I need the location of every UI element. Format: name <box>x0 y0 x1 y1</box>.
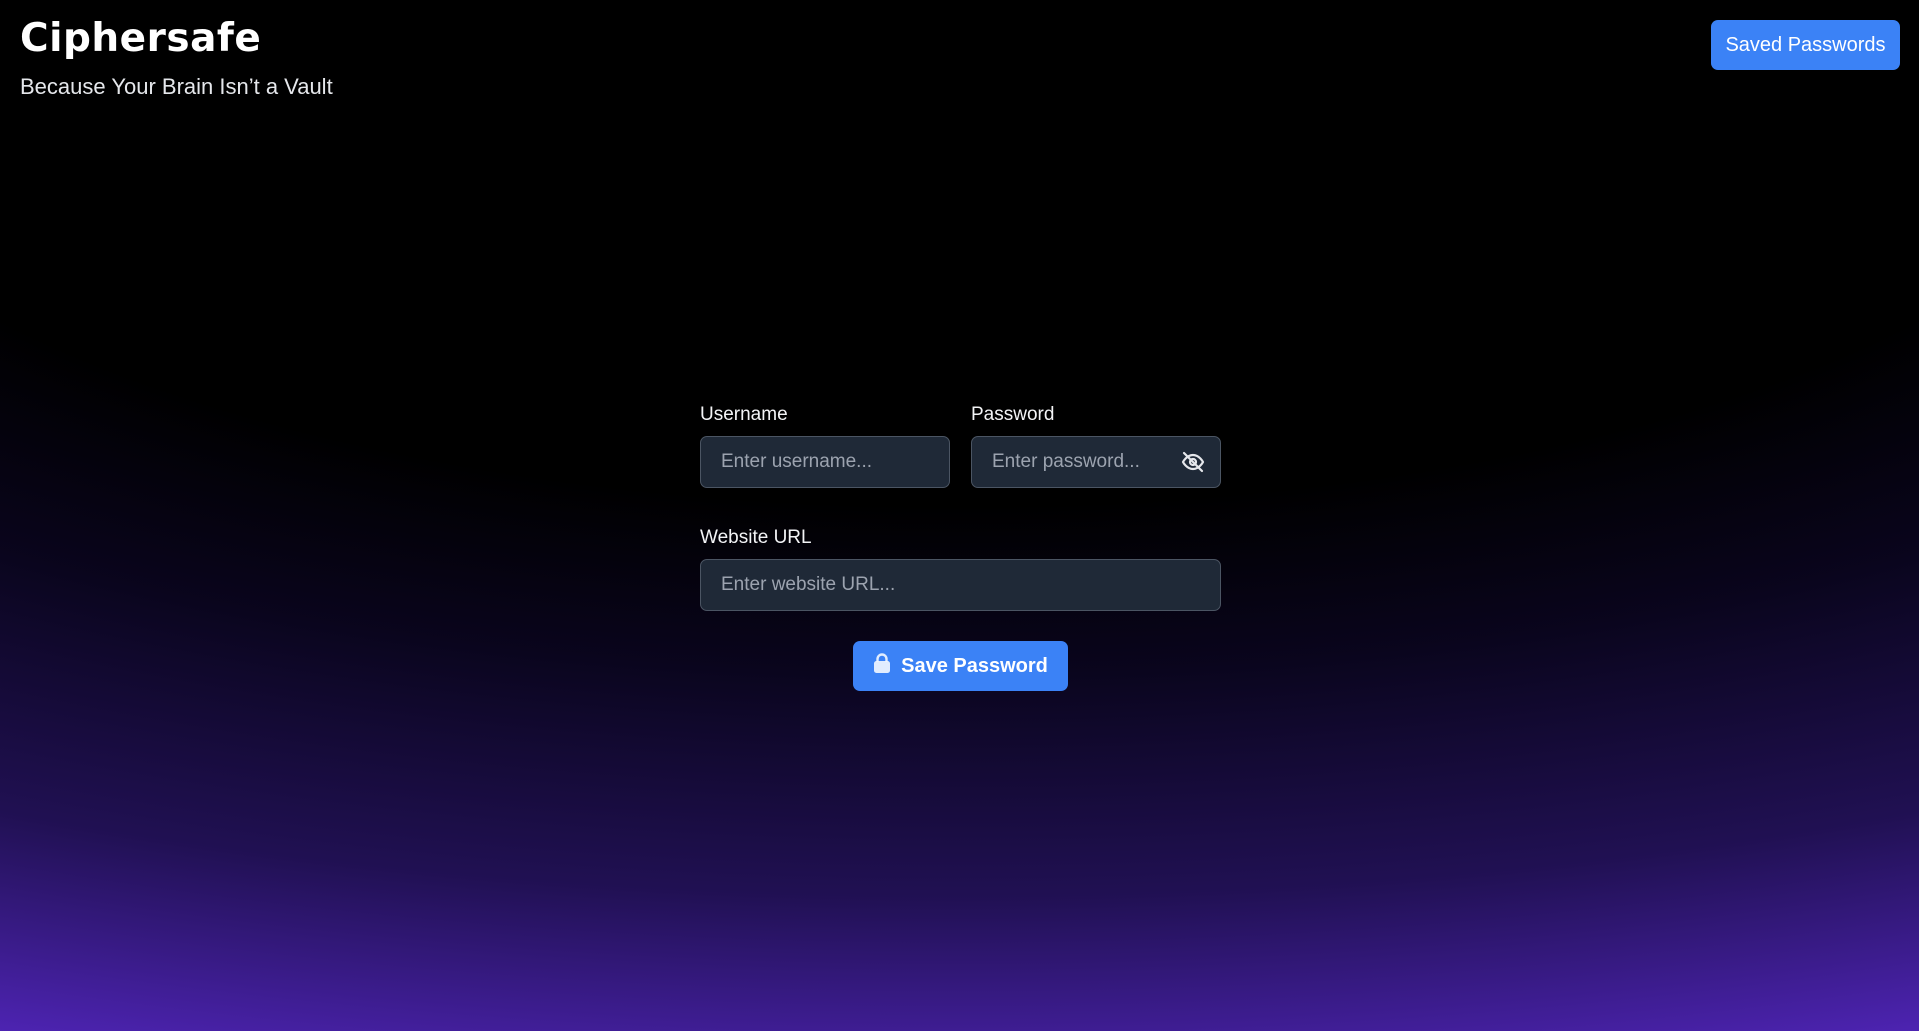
website-input[interactable] <box>701 560 1220 610</box>
save-button-container: Save Password <box>700 641 1221 691</box>
website-field: Website URL <box>700 527 1221 611</box>
save-password-button[interactable]: Save Password <box>853 641 1068 691</box>
password-form: Username Password Website URL <box>700 404 1221 691</box>
app-title: Ciphersafe <box>20 16 262 61</box>
app-tagline: Because Your Brain Isn’t a Vault <box>20 74 333 99</box>
website-input-wrapper <box>700 559 1221 611</box>
website-label: Website URL <box>700 527 812 548</box>
save-password-label: Save Password <box>901 654 1048 677</box>
username-field: Username <box>700 404 950 488</box>
password-label: Password <box>971 404 1055 425</box>
password-input-wrapper <box>971 436 1221 488</box>
credentials-row: Username Password <box>700 404 1221 488</box>
eye-off-icon[interactable] <box>1180 449 1206 475</box>
username-input-wrapper <box>700 436 950 488</box>
password-field: Password <box>971 404 1221 488</box>
username-label: Username <box>700 404 788 425</box>
saved-passwords-button[interactable]: Saved Passwords <box>1711 20 1900 70</box>
lock-icon <box>873 653 891 679</box>
username-input[interactable] <box>701 437 949 487</box>
brand: Ciphersafe Because Your Brain Isn’t a Va… <box>20 14 333 100</box>
